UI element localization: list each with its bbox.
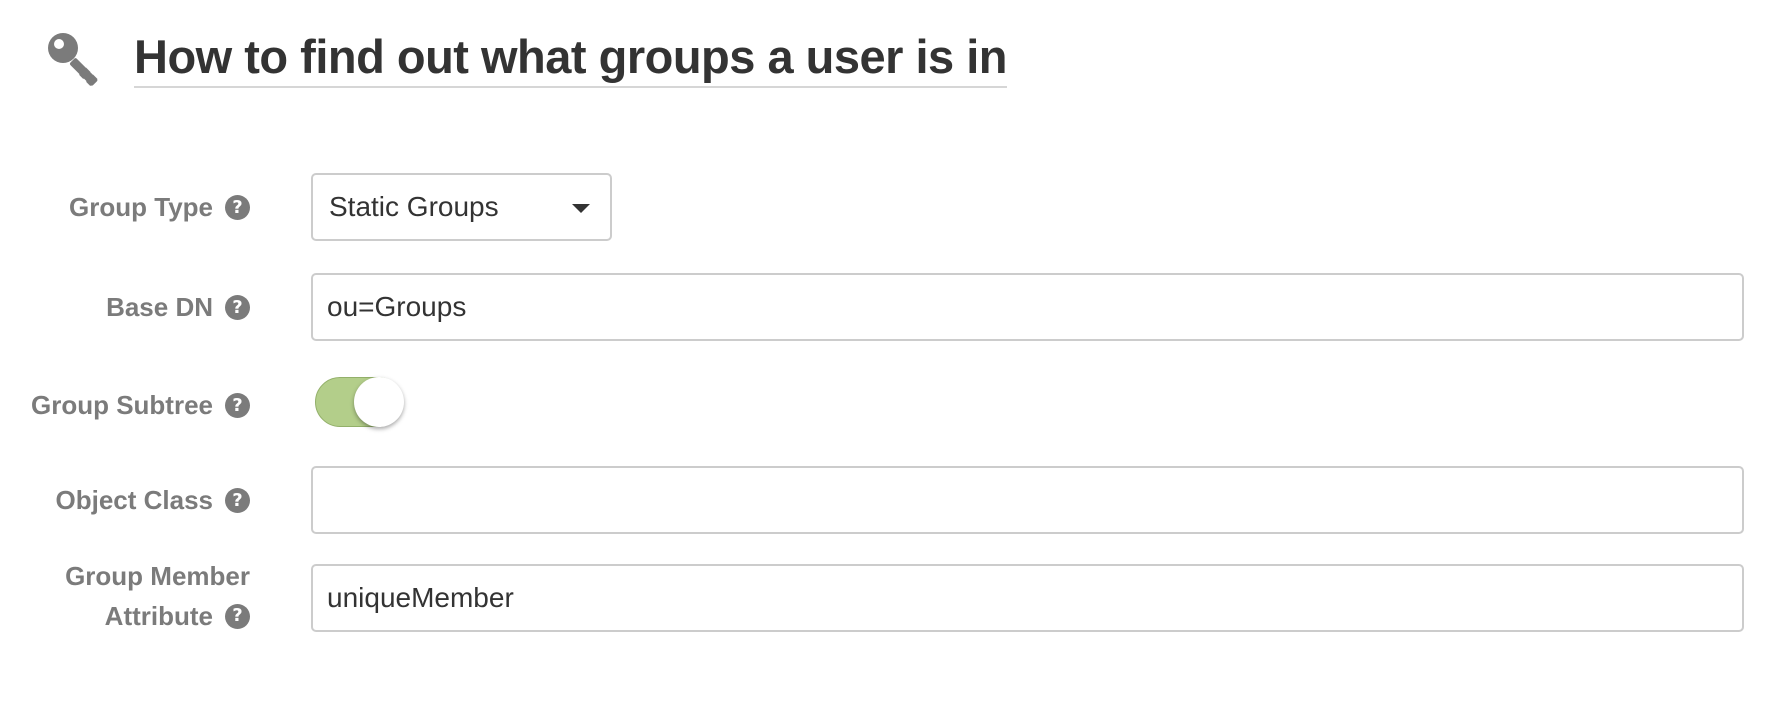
key-icon: [48, 33, 98, 86]
base-dn-label: Base DN ?: [106, 273, 250, 341]
group-type-row: Group Type ? Static Groups: [0, 173, 1778, 241]
group-member-attribute-row: Group Member Attribute ?: [0, 561, 1778, 660]
help-icon[interactable]: ?: [225, 487, 250, 513]
group-member-attribute-input[interactable]: [311, 564, 1744, 632]
toggle-knob: [354, 377, 404, 427]
group-type-select[interactable]: Static Groups: [311, 173, 612, 241]
group-type-selected-value: Static Groups: [329, 191, 499, 222]
group-subtree-row: Group Subtree ?: [0, 371, 1778, 439]
object-class-input[interactable]: [311, 466, 1744, 534]
help-icon[interactable]: ?: [225, 392, 250, 418]
help-icon[interactable]: ?: [225, 294, 250, 320]
group-member-attribute-label: Group Member Attribute ?: [65, 561, 250, 631]
page-title: How to find out what groups a user is in: [134, 30, 1008, 88]
help-icon[interactable]: ?: [225, 194, 250, 220]
group-subtree-label: Group Subtree ?: [31, 371, 250, 439]
base-dn-input[interactable]: [311, 273, 1744, 341]
base-dn-row: Base DN ?: [0, 273, 1778, 341]
object-class-label: Object Class ?: [55, 466, 250, 534]
caret-down-icon: [572, 204, 590, 213]
group-subtree-toggle[interactable]: [315, 377, 404, 427]
help-icon[interactable]: ?: [225, 603, 250, 629]
section-header: How to find out what groups a user is in: [46, 30, 1008, 88]
object-class-row: Object Class ?: [0, 466, 1778, 534]
group-type-label: Group Type ?: [69, 173, 250, 241]
